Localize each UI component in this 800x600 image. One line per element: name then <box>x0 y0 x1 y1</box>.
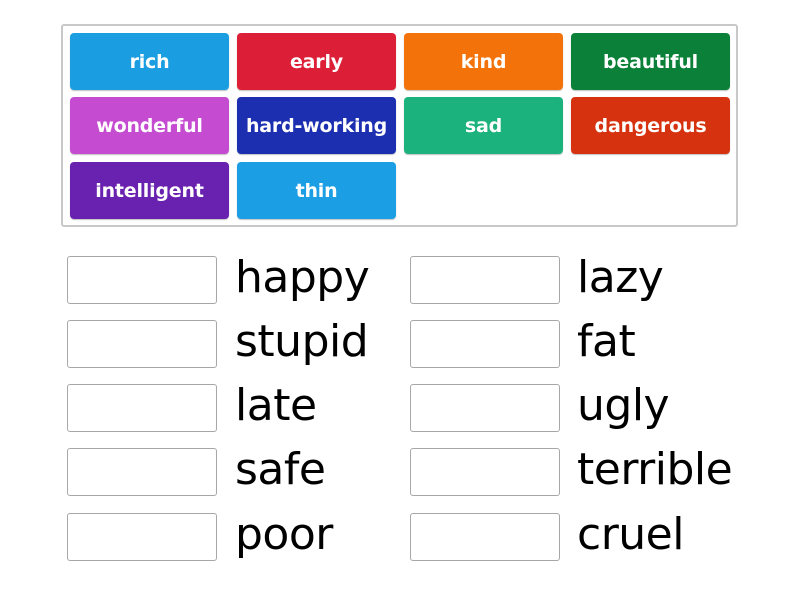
drop-slot[interactable] <box>67 448 217 496</box>
answer-tile[interactable]: dangerous <box>571 97 730 154</box>
target-word: safe <box>235 444 326 495</box>
answer-tile[interactable]: rich <box>70 33 229 90</box>
target-word: poor <box>235 509 333 560</box>
answer-tile[interactable]: beautiful <box>571 33 730 90</box>
target-word: happy <box>235 252 370 303</box>
answer-tile[interactable]: intelligent <box>70 162 229 219</box>
answer-tile[interactable]: hard-working <box>237 97 396 154</box>
answer-tile[interactable]: sad <box>404 97 563 154</box>
target-word: lazy <box>577 252 664 303</box>
drop-slot[interactable] <box>67 384 217 432</box>
drop-slot[interactable] <box>410 513 560 561</box>
target-word: cruel <box>577 509 684 560</box>
target-word: ugly <box>577 380 670 431</box>
target-word: fat <box>577 316 636 367</box>
drop-slot[interactable] <box>67 320 217 368</box>
answer-tile[interactable]: thin <box>237 162 396 219</box>
target-word: stupid <box>235 316 369 367</box>
drop-slot[interactable] <box>67 513 217 561</box>
answer-tile[interactable]: early <box>237 33 396 90</box>
target-word: late <box>235 380 317 431</box>
drop-slot[interactable] <box>410 384 560 432</box>
target-word: terrible <box>577 444 733 495</box>
answer-tile[interactable]: kind <box>404 33 563 90</box>
drop-slot[interactable] <box>410 448 560 496</box>
drop-slot[interactable] <box>410 320 560 368</box>
drop-slot[interactable] <box>67 256 217 304</box>
answer-tile[interactable]: wonderful <box>70 97 229 154</box>
drop-slot[interactable] <box>410 256 560 304</box>
